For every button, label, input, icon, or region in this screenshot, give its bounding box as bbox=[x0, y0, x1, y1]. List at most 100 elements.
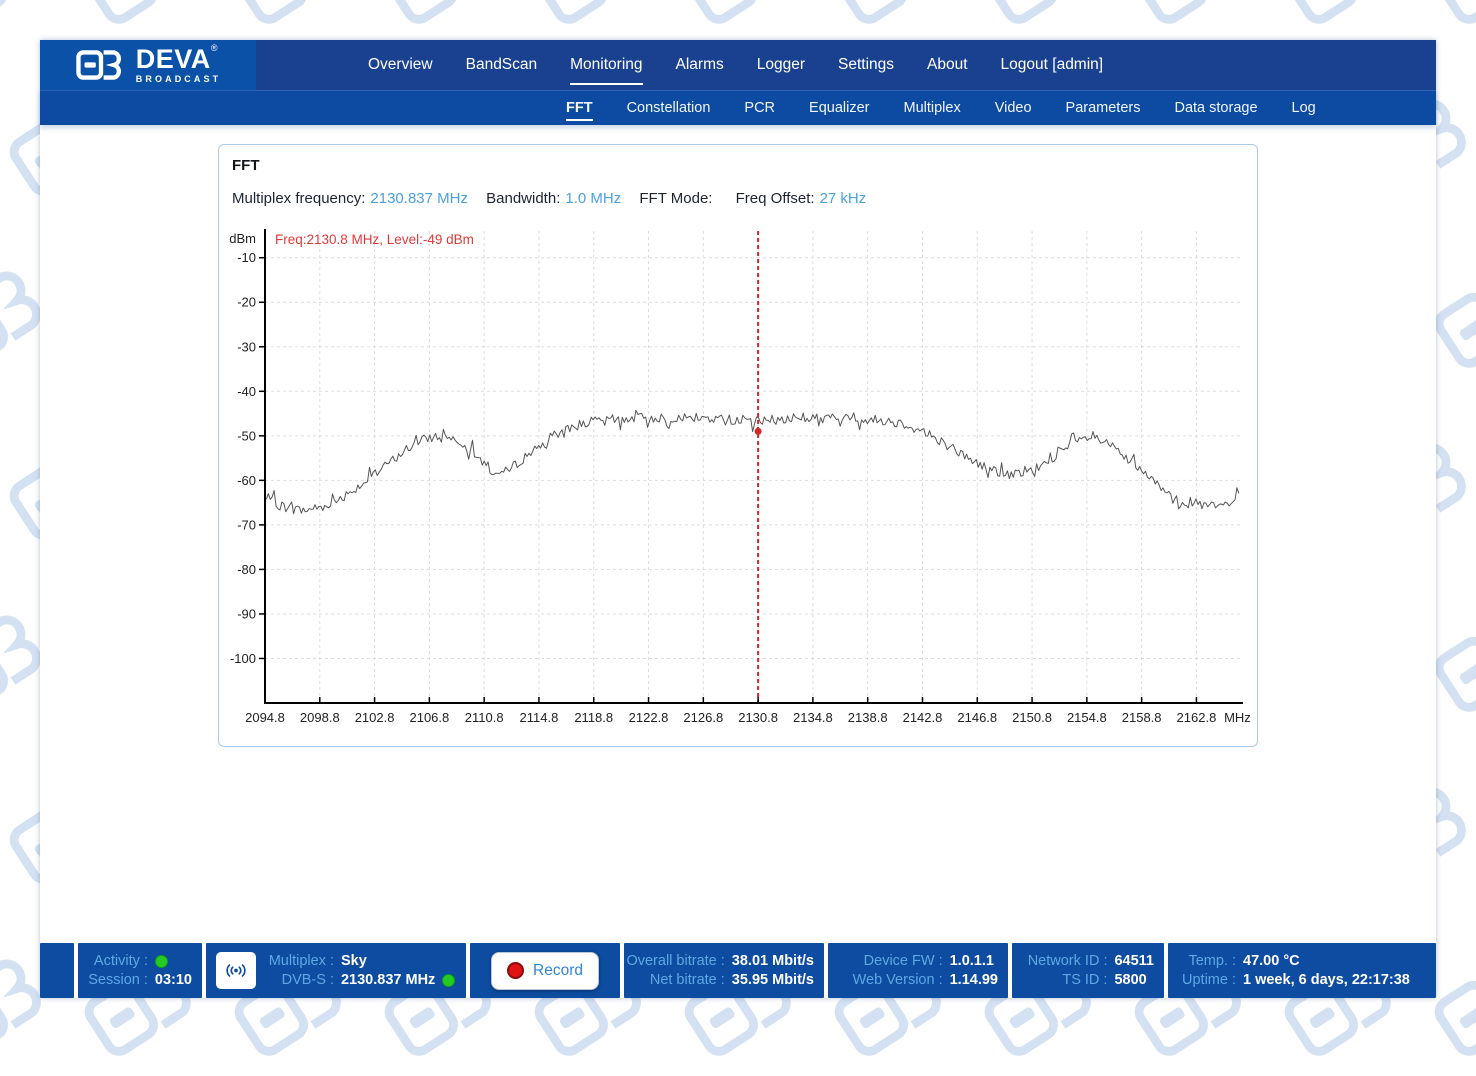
subnav-item-data-storage[interactable]: Data storage bbox=[1174, 91, 1257, 125]
svg-text:Freq:2130.8 MHz, Level:-49 dBm: Freq:2130.8 MHz, Level:-49 dBm bbox=[275, 232, 474, 247]
svg-text:2126.8: 2126.8 bbox=[683, 710, 723, 725]
watermark-logo-tile bbox=[520, 0, 667, 44]
fft-spectrum-chart[interactable]: -10-20-30-40-50-60-70-80-90-1002094.8209… bbox=[219, 215, 1257, 737]
svg-text:2130.8: 2130.8 bbox=[738, 710, 778, 725]
nav-item-about[interactable]: About bbox=[927, 40, 968, 90]
svg-text:2102.8: 2102.8 bbox=[355, 710, 395, 725]
device-fw-label: Device FW : bbox=[853, 953, 943, 969]
svg-text:-50: -50 bbox=[237, 428, 256, 443]
info-multiplex-frequency: Multiplex frequency:2130.837 MHz bbox=[232, 190, 468, 207]
multiplex-label: Multiplex : bbox=[268, 953, 334, 969]
watermark-logo-tile bbox=[820, 0, 967, 44]
svg-text:2122.8: 2122.8 bbox=[629, 710, 669, 725]
svg-text:-90: -90 bbox=[237, 606, 256, 621]
session-value: 03:10 bbox=[155, 972, 192, 988]
nav-item-alarms[interactable]: Alarms bbox=[676, 40, 724, 90]
svg-text:2098.8: 2098.8 bbox=[300, 710, 340, 725]
chart-wrapper: -10-20-30-40-50-60-70-80-90-1002094.8209… bbox=[219, 215, 1257, 737]
record-button[interactable]: Record bbox=[491, 952, 599, 990]
svg-text:2158.8: 2158.8 bbox=[1122, 710, 1162, 725]
svg-text:-60: -60 bbox=[237, 473, 256, 488]
nav-item-bandscan[interactable]: BandScan bbox=[466, 40, 538, 90]
logo-subtitle: BROADCAST bbox=[136, 75, 221, 84]
svg-text:-70: -70 bbox=[237, 517, 256, 532]
subnav-item-video[interactable]: Video bbox=[995, 91, 1032, 125]
overall-bitrate-value: 38.01 Mbit/s bbox=[732, 953, 814, 969]
panel-title: FFT bbox=[232, 157, 1257, 174]
subnav-item-fft[interactable]: FFT bbox=[566, 91, 593, 125]
multiplex-value: Sky bbox=[341, 953, 456, 969]
logo-text: DEVA® BROADCAST bbox=[136, 46, 221, 84]
svg-text:2138.8: 2138.8 bbox=[848, 710, 888, 725]
status-activity-session: Activity : Session : 03:10 bbox=[78, 943, 202, 998]
svg-text:2134.8: 2134.8 bbox=[793, 710, 833, 725]
uptime-value: 1 week, 6 days, 22:17:38 bbox=[1243, 972, 1410, 988]
svg-text:-30: -30 bbox=[237, 339, 256, 354]
svg-text:2106.8: 2106.8 bbox=[409, 710, 449, 725]
dvbs-label: DVB-S : bbox=[268, 972, 334, 988]
antenna-icon-box bbox=[216, 952, 256, 989]
svg-text:MHz: MHz bbox=[1224, 710, 1251, 725]
network-id-label: Network ID : bbox=[1028, 953, 1108, 969]
svg-text:2110.8: 2110.8 bbox=[465, 710, 504, 725]
antenna-signal-icon bbox=[224, 962, 248, 979]
subnav-item-equalizer[interactable]: Equalizer bbox=[809, 91, 869, 125]
fft-panel: FFT Multiplex frequency:2130.837 MHz Ban… bbox=[218, 144, 1258, 747]
nav-item-logger[interactable]: Logger bbox=[757, 40, 805, 90]
watermark-logo-tile bbox=[1420, 0, 1476, 44]
status-multiplex: Multiplex : Sky DVB-S : 2130.837 MHz bbox=[206, 943, 466, 998]
activity-status bbox=[155, 955, 192, 968]
watermark-logo-tile bbox=[970, 0, 1117, 44]
info-bandwidth: Bandwidth:1.0 MHz bbox=[486, 190, 621, 207]
svg-text:2146.8: 2146.8 bbox=[957, 710, 997, 725]
record-button-label: Record bbox=[533, 962, 583, 980]
nav-item-logout[interactable]: Logout [admin] bbox=[1001, 40, 1104, 90]
temp-value: 47.00 °C bbox=[1243, 953, 1410, 969]
watermark-logo-tile bbox=[1270, 0, 1417, 44]
svg-text:2154.8: 2154.8 bbox=[1067, 710, 1107, 725]
content-area: FFT Multiplex frequency:2130.837 MHz Ban… bbox=[40, 125, 1436, 940]
subnav-item-multiplex[interactable]: Multiplex bbox=[903, 91, 960, 125]
svg-text:2162.8: 2162.8 bbox=[1177, 710, 1217, 725]
dvbs-value: 2130.837 MHz bbox=[341, 972, 456, 988]
status-bar: Activity : Session : 03:10 bbox=[40, 940, 1436, 998]
watermark-logo-tile bbox=[70, 0, 217, 44]
status-bitrate: Overall bitrate : 38.01 Mbit/s Net bitra… bbox=[624, 943, 824, 998]
svg-text:-40: -40 bbox=[237, 384, 256, 399]
watermark-logo-tile bbox=[1120, 0, 1267, 44]
svg-text:2094.8: 2094.8 bbox=[245, 710, 285, 725]
web-version-value: 1.14.99 bbox=[950, 972, 998, 988]
net-bitrate-label: Net bitrate : bbox=[626, 972, 724, 988]
subnav-item-constellation[interactable]: Constellation bbox=[627, 91, 711, 125]
svg-text:2150.8: 2150.8 bbox=[1012, 710, 1052, 725]
overall-bitrate-label: Overall bitrate : bbox=[626, 953, 724, 969]
logo-registered-mark: ® bbox=[211, 43, 218, 53]
status-record: Record bbox=[470, 943, 620, 998]
subnav-item-log[interactable]: Log bbox=[1292, 91, 1316, 125]
ts-id-label: TS ID : bbox=[1028, 972, 1108, 988]
dvbs-lock-green-dot bbox=[442, 974, 455, 987]
activity-green-dot bbox=[155, 955, 168, 968]
svg-text:-10: -10 bbox=[237, 250, 256, 265]
record-icon bbox=[507, 962, 524, 979]
session-label: Session : bbox=[88, 972, 148, 988]
nav-item-overview[interactable]: Overview bbox=[368, 40, 433, 90]
nav-item-monitoring[interactable]: Monitoring bbox=[570, 40, 642, 90]
subnav-item-pcr[interactable]: PCR bbox=[744, 91, 775, 125]
watermark-logo-tile bbox=[670, 0, 817, 44]
subnav-item-parameters[interactable]: Parameters bbox=[1066, 91, 1141, 125]
svg-text:2142.8: 2142.8 bbox=[903, 710, 943, 725]
top-navigation-bar: DEVA® BROADCAST Overview BandScan Monito… bbox=[40, 40, 1436, 90]
activity-label: Activity : bbox=[88, 953, 148, 969]
monitoring-subnav: FFT Constellation PCR Equalizer Multiple… bbox=[40, 90, 1436, 125]
watermark-logo-tile bbox=[370, 0, 517, 44]
nav-item-settings[interactable]: Settings bbox=[838, 40, 894, 90]
svg-text:-20: -20 bbox=[237, 295, 256, 310]
status-network-ids: Network ID : 64511 TS ID : 5800 bbox=[1012, 943, 1164, 998]
deva-broadcast-logo: DEVA® BROADCAST bbox=[40, 40, 256, 90]
fft-info-line: Multiplex frequency:2130.837 MHz Bandwid… bbox=[232, 190, 1257, 207]
status-firmware: Device FW : 1.0.1.1 Web Version : 1.14.9… bbox=[828, 943, 1008, 998]
network-id-value: 64511 bbox=[1114, 953, 1154, 969]
svg-text:-80: -80 bbox=[237, 562, 256, 577]
web-version-label: Web Version : bbox=[853, 972, 943, 988]
